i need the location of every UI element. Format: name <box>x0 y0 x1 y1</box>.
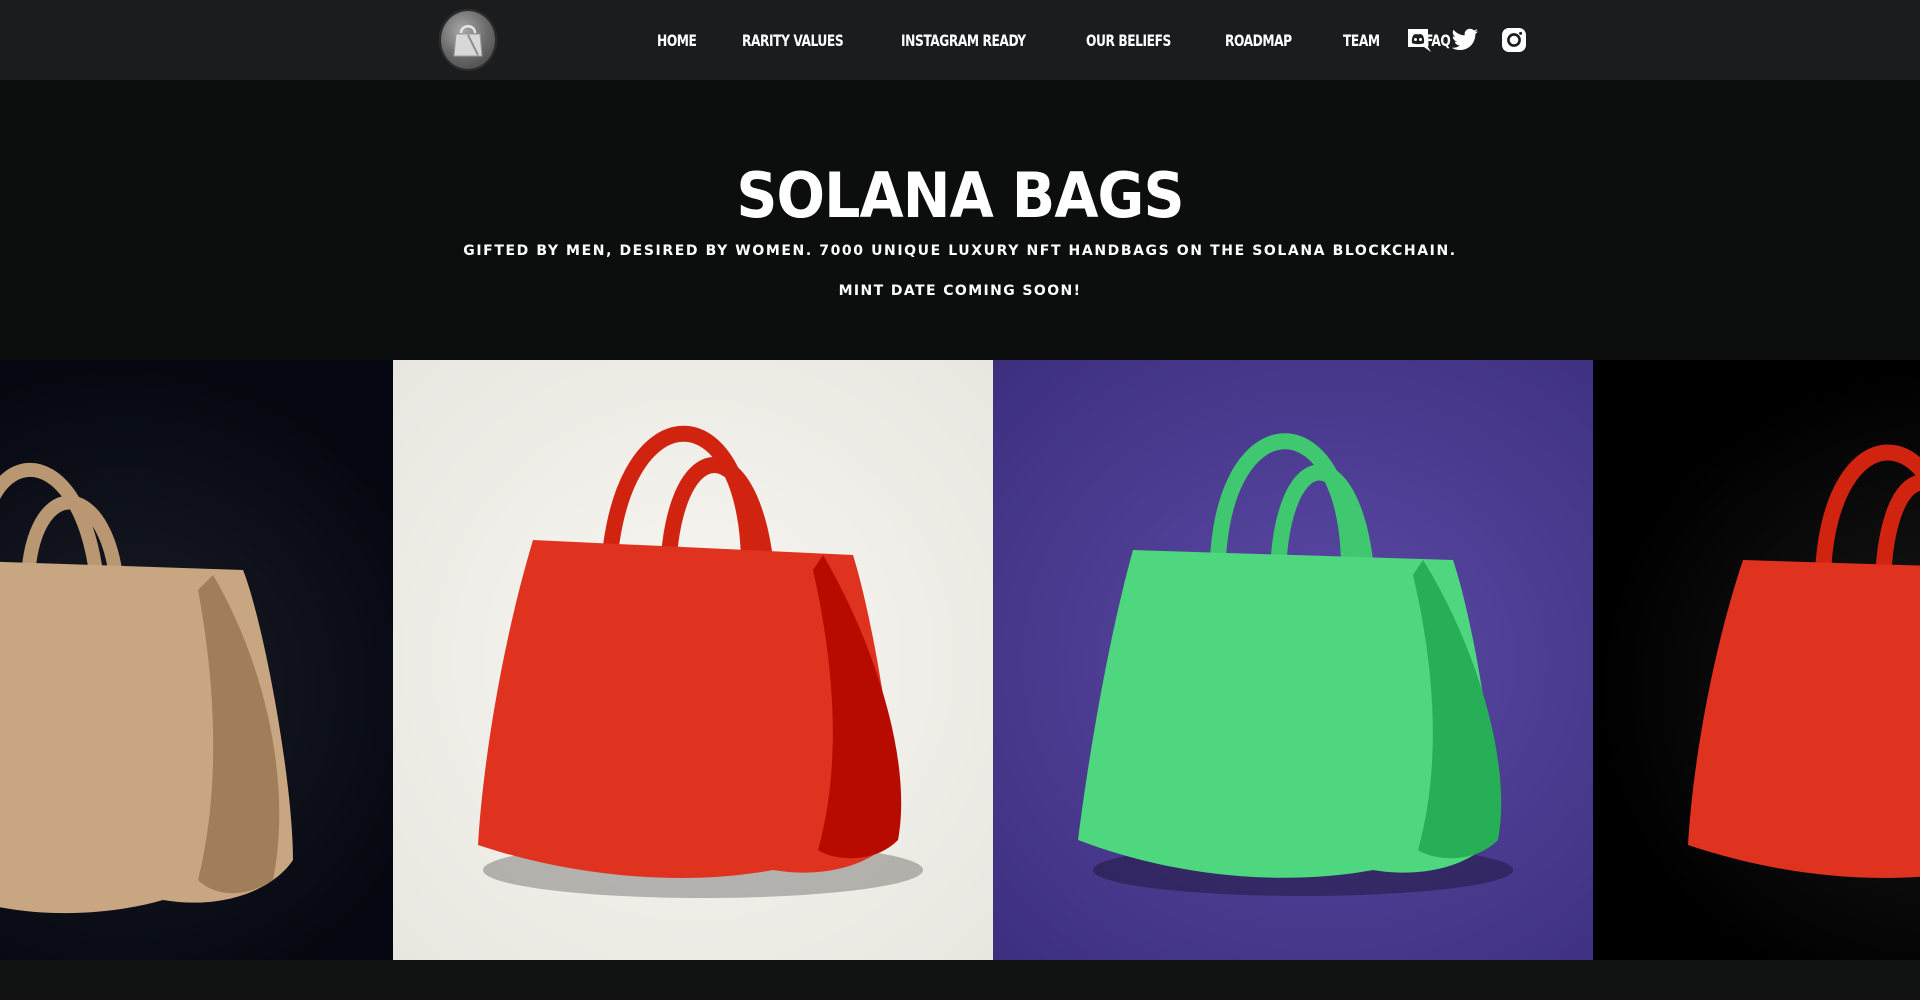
main-nav: HOME RARITY VALUES INSTAGRAM READY OUR B… <box>657 0 1494 80</box>
nav-team[interactable]: TEAM <box>1343 31 1380 50</box>
nav-rarity-values[interactable]: RARITY VALUES <box>742 31 844 50</box>
handbag-image <box>0 463 293 914</box>
mint-date-notice: MINT DATE COMING SOON! <box>838 283 1082 299</box>
page-title: SOLANA BAGS <box>736 159 1184 232</box>
logo[interactable] <box>439 9 497 71</box>
gallery-tile <box>993 360 1593 960</box>
nav-roadmap[interactable]: ROADMAP <box>1225 31 1292 50</box>
top-navbar: HOME RARITY VALUES INSTAGRAM READY OUR B… <box>0 0 1920 80</box>
nav-home[interactable]: HOME <box>657 31 697 50</box>
nav-instagram-ready[interactable]: INSTAGRAM READY <box>901 31 1026 50</box>
gallery-tile <box>0 360 393 960</box>
bag-gallery <box>0 360 1920 960</box>
twitter-icon[interactable] <box>1451 26 1479 54</box>
instagram-icon[interactable] <box>1500 26 1528 54</box>
handbag-image <box>478 426 923 898</box>
handbag-image <box>1078 433 1513 896</box>
handbag-logo-icon <box>453 25 483 57</box>
gallery-tile <box>393 360 993 960</box>
gallery-tile <box>1593 360 1920 960</box>
section-divider <box>0 960 1920 1000</box>
hero-subtitle: GIFTED BY MEN, DESIRED BY WOMEN. 7000 UN… <box>463 243 1457 259</box>
handbag-image <box>1688 444 1920 878</box>
discord-icon[interactable] <box>1404 26 1432 54</box>
nav-our-beliefs[interactable]: OUR BELIEFS <box>1086 31 1171 50</box>
